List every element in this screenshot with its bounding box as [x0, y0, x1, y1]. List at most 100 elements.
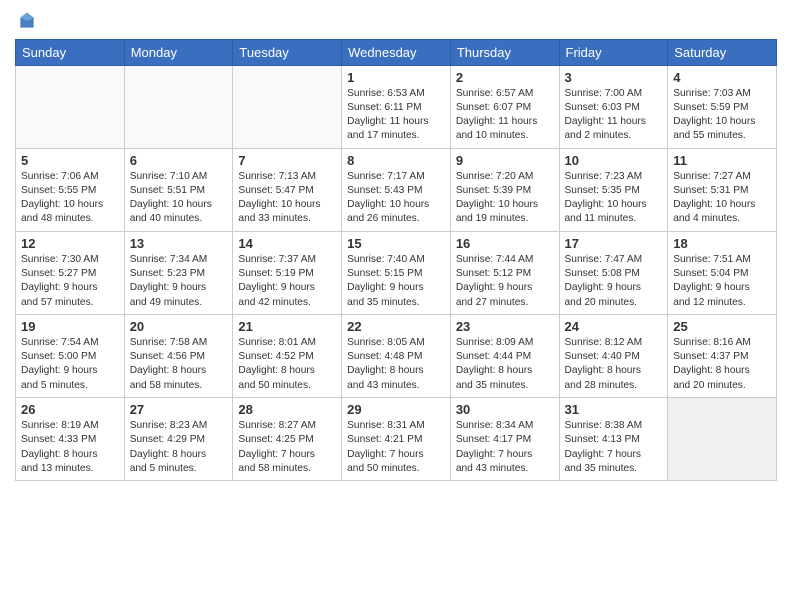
- calendar-cell: 24Sunrise: 8:12 AM Sunset: 4:40 PM Dayli…: [559, 314, 668, 397]
- day-number: 7: [238, 153, 336, 168]
- day-number: 9: [456, 153, 554, 168]
- calendar-cell: 20Sunrise: 7:58 AM Sunset: 4:56 PM Dayli…: [124, 314, 233, 397]
- calendar-cell: [124, 65, 233, 148]
- day-number: 11: [673, 153, 771, 168]
- day-info: Sunrise: 7:13 AM Sunset: 5:47 PM Dayligh…: [238, 170, 336, 227]
- weekday-header-monday: Monday: [124, 39, 233, 65]
- logo: [15, 10, 37, 31]
- day-info: Sunrise: 7:27 AM Sunset: 5:31 PM Dayligh…: [673, 170, 771, 227]
- day-info: Sunrise: 8:05 AM Sunset: 4:48 PM Dayligh…: [347, 336, 445, 393]
- day-number: 8: [347, 153, 445, 168]
- weekday-header-sunday: Sunday: [16, 39, 125, 65]
- week-row-1: 1 Sunrise: 6:53 AM Sunset: 6:11 PM Daylig…: [16, 65, 777, 148]
- calendar-cell: 25 Sunrise: 8:16 AM Sunset: 4:37 PM Dayli…: [668, 314, 777, 397]
- calendar-cell: [668, 398, 777, 481]
- day-number: 13: [130, 236, 228, 251]
- calendar-cell: 8 Sunrise: 7:17 AM Sunset: 5:43 PM Daylig…: [342, 148, 451, 231]
- page-container: SundayMondayTuesdayWednesdayThursdayFrid…: [0, 0, 792, 491]
- calendar-cell: 22 Sunrise: 8:05 AM Sunset: 4:48 PM Dayli…: [342, 314, 451, 397]
- calendar-cell: 30 Sunrise: 8:34 AM Sunset: 4:17 PM Dayli…: [450, 398, 559, 481]
- day-number: 17: [565, 236, 663, 251]
- day-info: Sunrise: 8:09 AM Sunset: 4:44 PM Dayligh…: [456, 336, 554, 393]
- calendar-cell: 16 Sunrise: 7:44 AM Sunset: 5:12 PM Dayli…: [450, 231, 559, 314]
- weekday-header-tuesday: Tuesday: [233, 39, 342, 65]
- logo-icon: [17, 11, 37, 31]
- calendar-cell: 18 Sunrise: 7:51 AM Sunset: 5:04 PM Dayli…: [668, 231, 777, 314]
- day-info: Sunrise: 7:51 AM Sunset: 5:04 PM Dayligh…: [673, 253, 771, 310]
- calendar-cell: 2Sunrise: 6:57 AM Sunset: 6:07 PM Daylig…: [450, 65, 559, 148]
- calendar-cell: 13 Sunrise: 7:34 AM Sunset: 5:23 PM Dayli…: [124, 231, 233, 314]
- day-info: Sunrise: 7:30 AM Sunset: 5:27 PM Dayligh…: [21, 253, 119, 310]
- weekday-header-wednesday: Wednesday: [342, 39, 451, 65]
- calendar-cell: 17 Sunrise: 7:47 AM Sunset: 5:08 PM Dayli…: [559, 231, 668, 314]
- day-number: 6: [130, 153, 228, 168]
- day-info: Sunrise: 8:34 AM Sunset: 4:17 PM Dayligh…: [456, 419, 554, 476]
- calendar-cell: 9 Sunrise: 7:20 AM Sunset: 5:39 PM Daylig…: [450, 148, 559, 231]
- day-info: Sunrise: 7:54 AM Sunset: 5:00 PM Dayligh…: [21, 336, 119, 393]
- day-info: Sunrise: 7:20 AM Sunset: 5:39 PM Dayligh…: [456, 170, 554, 227]
- day-info: Sunrise: 7:00 AM Sunset: 6:03 PM Dayligh…: [565, 87, 663, 144]
- day-number: 23: [456, 319, 554, 334]
- day-info: Sunrise: 8:38 AM Sunset: 4:13 PM Dayligh…: [565, 419, 663, 476]
- calendar-cell: 5 Sunrise: 7:06 AM Sunset: 5:55 PM Daylig…: [16, 148, 125, 231]
- day-info: Sunrise: 8:16 AM Sunset: 4:37 PM Dayligh…: [673, 336, 771, 393]
- week-row-4: 19 Sunrise: 7:54 AM Sunset: 5:00 PM Dayli…: [16, 314, 777, 397]
- day-info: Sunrise: 7:44 AM Sunset: 5:12 PM Dayligh…: [456, 253, 554, 310]
- day-info: Sunrise: 7:23 AM Sunset: 5:35 PM Dayligh…: [565, 170, 663, 227]
- calendar-cell: 12 Sunrise: 7:30 AM Sunset: 5:27 PM Dayli…: [16, 231, 125, 314]
- day-number: 18: [673, 236, 771, 251]
- weekday-header-thursday: Thursday: [450, 39, 559, 65]
- calendar-cell: 21 Sunrise: 8:01 AM Sunset: 4:52 PM Dayli…: [233, 314, 342, 397]
- day-info: Sunrise: 7:40 AM Sunset: 5:15 PM Dayligh…: [347, 253, 445, 310]
- day-info: Sunrise: 6:53 AM Sunset: 6:11 PM Dayligh…: [347, 87, 445, 144]
- day-info: Sunrise: 7:06 AM Sunset: 5:55 PM Dayligh…: [21, 170, 119, 227]
- week-row-5: 26 Sunrise: 8:19 AM Sunset: 4:33 PM Dayli…: [16, 398, 777, 481]
- day-number: 15: [347, 236, 445, 251]
- calendar-cell: 19 Sunrise: 7:54 AM Sunset: 5:00 PM Dayli…: [16, 314, 125, 397]
- day-number: 21: [238, 319, 336, 334]
- day-info: Sunrise: 7:37 AM Sunset: 5:19 PM Dayligh…: [238, 253, 336, 310]
- weekday-header-saturday: Saturday: [668, 39, 777, 65]
- day-number: 22: [347, 319, 445, 334]
- calendar-cell: 27 Sunrise: 8:23 AM Sunset: 4:29 PM Dayli…: [124, 398, 233, 481]
- day-number: 14: [238, 236, 336, 251]
- day-info: Sunrise: 7:17 AM Sunset: 5:43 PM Dayligh…: [347, 170, 445, 227]
- day-number: 1: [347, 70, 445, 85]
- calendar-table: SundayMondayTuesdayWednesdayThursdayFrid…: [15, 39, 777, 482]
- calendar-cell: 15 Sunrise: 7:40 AM Sunset: 5:15 PM Dayli…: [342, 231, 451, 314]
- day-info: Sunrise: 6:57 AM Sunset: 6:07 PM Dayligh…: [456, 87, 554, 144]
- week-row-2: 5 Sunrise: 7:06 AM Sunset: 5:55 PM Daylig…: [16, 148, 777, 231]
- day-number: 19: [21, 319, 119, 334]
- day-info: Sunrise: 7:34 AM Sunset: 5:23 PM Dayligh…: [130, 253, 228, 310]
- day-info: Sunrise: 8:01 AM Sunset: 4:52 PM Dayligh…: [238, 336, 336, 393]
- page-header: [15, 10, 777, 31]
- week-row-3: 12 Sunrise: 7:30 AM Sunset: 5:27 PM Dayli…: [16, 231, 777, 314]
- day-number: 25: [673, 319, 771, 334]
- calendar-cell: 6 Sunrise: 7:10 AM Sunset: 5:51 PM Daylig…: [124, 148, 233, 231]
- day-number: 12: [21, 236, 119, 251]
- day-number: 5: [21, 153, 119, 168]
- day-number: 4: [673, 70, 771, 85]
- day-number: 27: [130, 402, 228, 417]
- calendar-cell: [16, 65, 125, 148]
- calendar-cell: 23 Sunrise: 8:09 AM Sunset: 4:44 PM Dayli…: [450, 314, 559, 397]
- calendar-cell: 31Sunrise: 8:38 AM Sunset: 4:13 PM Dayli…: [559, 398, 668, 481]
- day-number: 30: [456, 402, 554, 417]
- day-number: 16: [456, 236, 554, 251]
- day-number: 26: [21, 402, 119, 417]
- calendar-cell: 10Sunrise: 7:23 AM Sunset: 5:35 PM Dayli…: [559, 148, 668, 231]
- calendar-cell: 28Sunrise: 8:27 AM Sunset: 4:25 PM Dayli…: [233, 398, 342, 481]
- day-info: Sunrise: 7:03 AM Sunset: 5:59 PM Dayligh…: [673, 87, 771, 144]
- day-number: 20: [130, 319, 228, 334]
- day-info: Sunrise: 8:19 AM Sunset: 4:33 PM Dayligh…: [21, 419, 119, 476]
- weekday-header-row: SundayMondayTuesdayWednesdayThursdayFrid…: [16, 39, 777, 65]
- day-info: Sunrise: 7:47 AM Sunset: 5:08 PM Dayligh…: [565, 253, 663, 310]
- day-info: Sunrise: 8:23 AM Sunset: 4:29 PM Dayligh…: [130, 419, 228, 476]
- day-number: 28: [238, 402, 336, 417]
- calendar-cell: 11 Sunrise: 7:27 AM Sunset: 5:31 PM Dayli…: [668, 148, 777, 231]
- calendar-cell: 4 Sunrise: 7:03 AM Sunset: 5:59 PM Daylig…: [668, 65, 777, 148]
- day-number: 3: [565, 70, 663, 85]
- day-info: Sunrise: 7:10 AM Sunset: 5:51 PM Dayligh…: [130, 170, 228, 227]
- calendar-cell: [233, 65, 342, 148]
- calendar-cell: 1 Sunrise: 6:53 AM Sunset: 6:11 PM Daylig…: [342, 65, 451, 148]
